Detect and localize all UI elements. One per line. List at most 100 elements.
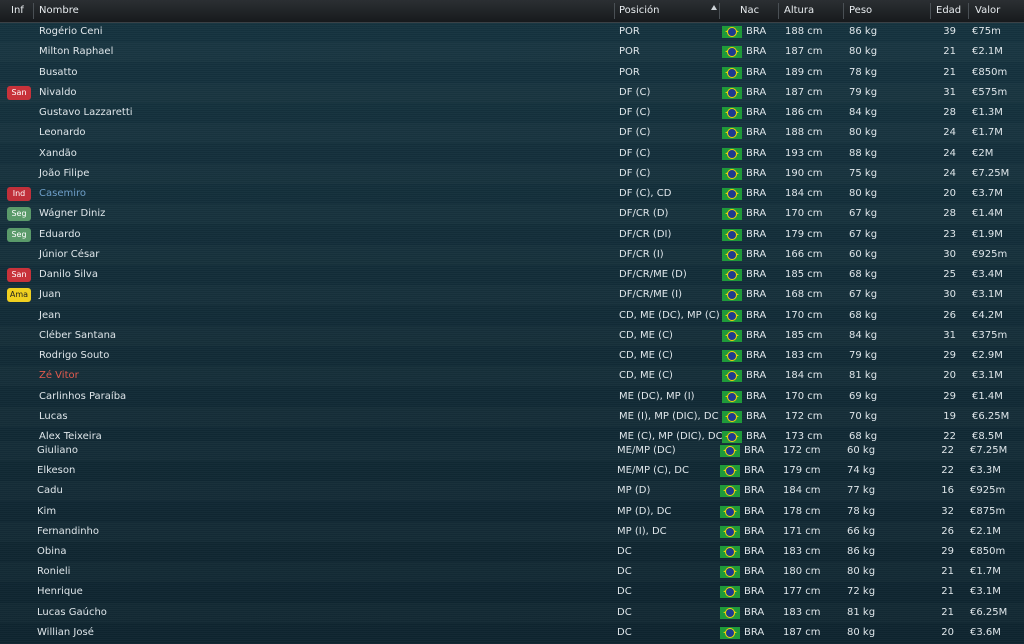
- player-name[interactable]: Danilo Silva: [39, 265, 98, 285]
- status-badge[interactable]: Ama: [7, 288, 31, 302]
- player-weight: 79 kg: [849, 350, 878, 361]
- player-value: €3.4M: [972, 269, 1003, 280]
- player-name[interactable]: Lucas Gaúcho: [37, 603, 107, 623]
- table-row[interactable]: Xandão DF (C) BRA 193 cm 88 kg 24 €2M: [0, 144, 1024, 164]
- player-nationality: BRA: [746, 168, 767, 179]
- player-name[interactable]: João Filipe: [39, 164, 89, 184]
- player-name[interactable]: Giuliano: [37, 441, 78, 461]
- player-name[interactable]: Cléber Santana: [39, 326, 116, 346]
- player-height: 187 cm: [785, 46, 823, 57]
- column-valor[interactable]: Valor: [975, 0, 1000, 22]
- table-row[interactable]: Lucas ME (I), MP (DIC), DC BRA 172 cm 70 kg 1…: [0, 407, 1024, 427]
- player-name[interactable]: Henrique: [37, 582, 83, 602]
- player-name[interactable]: Rogério Ceni: [39, 22, 103, 42]
- column-peso[interactable]: Peso: [849, 0, 872, 22]
- column-inf[interactable]: Inf: [11, 0, 24, 22]
- player-name[interactable]: Willian José: [37, 623, 94, 643]
- table-row[interactable]: Fernandinho MP (I), DC BRA 171 cm 66 kg 26 €2.…: [0, 522, 1024, 542]
- player-nationality: BRA: [746, 411, 767, 422]
- player-weight: 81 kg: [849, 370, 878, 381]
- player-name[interactable]: Xandão: [39, 144, 77, 164]
- status-badge[interactable]: Ind: [7, 187, 31, 201]
- table-row[interactable]: Leonardo DF (C) BRA 188 cm 80 kg 24 €1.7M: [0, 123, 1024, 143]
- table-row[interactable]: Lucas Gaúcho DC BRA 183 cm 81 kg 21 €6.25M: [0, 603, 1024, 623]
- table-row[interactable]: Carlinhos Paraíba ME (DC), MP (I) BRA 170 c…: [0, 387, 1024, 407]
- player-name[interactable]: Casemiro: [39, 184, 86, 204]
- player-name[interactable]: Lucas: [39, 407, 68, 427]
- table-row[interactable]: Kim MP (D), DC BRA 178 cm 78 kg 32 €875m: [0, 502, 1024, 522]
- player-name[interactable]: Eduardo: [39, 225, 81, 245]
- table-row[interactable]: Willian José DC BRA 187 cm 80 kg 20 €3.6M: [0, 623, 1024, 643]
- player-position: DF (C), CD: [619, 188, 672, 199]
- player-position: CD, ME (C): [619, 370, 673, 381]
- table-row[interactable]: Júnior César DF/CR (I) BRA 166 cm 60 kg 30 €92…: [0, 245, 1024, 265]
- table-row[interactable]: João Filipe DF (C) BRA 190 cm 75 kg 24 €7.25M: [0, 164, 1024, 184]
- player-name[interactable]: Zé Vitor: [39, 366, 79, 386]
- status-badge[interactable]: San: [7, 86, 31, 100]
- table-row[interactable]: Busatto POR BRA 189 cm 78 kg 21 €850m: [0, 63, 1024, 83]
- player-value: €3.7M: [972, 188, 1003, 199]
- player-name[interactable]: Kim: [37, 502, 56, 522]
- table-row[interactable]: Ama Juan DF/CR/ME (I) BRA 168 cm 67 kg 30 €3.1M: [0, 285, 1024, 305]
- table-row[interactable]: Obina DC BRA 183 cm 86 kg 29 €850m: [0, 542, 1024, 562]
- player-name[interactable]: Obina: [37, 542, 66, 562]
- player-nationality: BRA: [746, 127, 767, 138]
- player-age: 24: [943, 127, 956, 138]
- player-height: 183 cm: [785, 350, 823, 361]
- player-name[interactable]: Gustavo Lazzaretti: [39, 103, 133, 123]
- table-row[interactable]: Seg Eduardo DF/CR (DI) BRA 179 cm 67 kg 23 €1.9…: [0, 225, 1024, 245]
- column-nac[interactable]: Nac: [740, 0, 759, 22]
- table-row[interactable]: Giuliano ME/MP (DC) BRA 172 cm 60 kg 22 €7.25M: [0, 441, 1024, 461]
- status-badge[interactable]: Seg: [7, 207, 31, 221]
- table-row[interactable]: Jean CD, ME (DC), MP (C) BRA 170 cm 68 kg 26 €…: [0, 306, 1024, 326]
- status-badge[interactable]: Seg: [7, 228, 31, 242]
- column-edad[interactable]: Edad: [936, 0, 961, 22]
- player-name[interactable]: Jean: [39, 306, 61, 326]
- player-value: €1.7M: [970, 566, 1001, 577]
- player-name[interactable]: Fernandinho: [37, 522, 99, 542]
- table-row[interactable]: Elkeson ME/MP (C), DC BRA 179 cm 74 kg 22 €3.3…: [0, 461, 1024, 481]
- player-name[interactable]: Milton Raphael: [39, 42, 113, 62]
- player-age: 21: [941, 586, 954, 597]
- player-age: 24: [943, 148, 956, 159]
- table-row[interactable]: Milton Raphael POR BRA 187 cm 80 kg 21 €2.1M: [0, 42, 1024, 62]
- player-height: 188 cm: [785, 26, 823, 37]
- player-position: DF/CR/ME (D): [619, 269, 687, 280]
- table-row[interactable]: Cadu MP (D) BRA 184 cm 77 kg 16 €925m: [0, 481, 1024, 501]
- table-row[interactable]: Seg Wágner Diniz DF/CR (D) BRA 170 cm 67 kg 28…: [0, 204, 1024, 224]
- player-name[interactable]: Nivaldo: [39, 83, 77, 103]
- player-weight: 67 kg: [849, 229, 878, 240]
- table-row[interactable]: Ronieli DC BRA 180 cm 80 kg 21 €1.7M: [0, 562, 1024, 582]
- column-nombre[interactable]: Nombre: [39, 0, 79, 22]
- player-name[interactable]: Júnior César: [39, 245, 99, 265]
- table-row[interactable]: Rodrigo Souto CD, ME (C) BRA 183 cm 79 kg 29 €…: [0, 346, 1024, 366]
- player-name[interactable]: Cadu: [37, 481, 63, 501]
- player-height: 184 cm: [785, 370, 823, 381]
- player-name[interactable]: Juan: [39, 285, 61, 305]
- table-row[interactable]: Zé Vitor CD, ME (C) BRA 184 cm 81 kg 20 €3.1M: [0, 366, 1024, 386]
- player-name[interactable]: Wágner Diniz: [39, 204, 105, 224]
- player-name[interactable]: Elkeson: [37, 461, 75, 481]
- player-weight: 86 kg: [847, 546, 876, 557]
- status-badge[interactable]: San: [7, 268, 31, 282]
- brazil-flag-icon: [722, 289, 742, 301]
- table-row[interactable]: Ind Casemiro DF (C), CD BRA 184 cm 80 kg 20 €3.…: [0, 184, 1024, 204]
- table-row[interactable]: Rogério Ceni POR BRA 188 cm 86 kg 39 €75m: [0, 22, 1024, 42]
- table-row[interactable]: San Nivaldo DF (C) BRA 187 cm 79 kg 31 €575m: [0, 83, 1024, 103]
- player-age: 21: [941, 566, 954, 577]
- sort-ascending-icon[interactable]: [711, 5, 717, 10]
- table-row[interactable]: Henrique DC BRA 177 cm 72 kg 21 €3.1M: [0, 582, 1024, 602]
- player-position: DF/CR/ME (I): [619, 289, 682, 300]
- player-name[interactable]: Leonardo: [39, 123, 86, 143]
- column-posicion[interactable]: Posición: [619, 0, 660, 22]
- table-row[interactable]: Cléber Santana CD, ME (C) BRA 185 cm 84 kg 31…: [0, 326, 1024, 346]
- player-name[interactable]: Carlinhos Paraíba: [39, 387, 126, 407]
- player-height: 185 cm: [785, 269, 823, 280]
- table-row[interactable]: Gustavo Lazzaretti DF (C) BRA 186 cm 84 kg 28…: [0, 103, 1024, 123]
- column-altura[interactable]: Altura: [784, 0, 814, 22]
- player-position: DF/CR (I): [619, 249, 664, 260]
- player-name[interactable]: Rodrigo Souto: [39, 346, 109, 366]
- player-name[interactable]: Busatto: [39, 63, 78, 83]
- player-name[interactable]: Ronieli: [37, 562, 70, 582]
- table-row[interactable]: San Danilo Silva DF/CR/ME (D) BRA 185 cm 68 k…: [0, 265, 1024, 285]
